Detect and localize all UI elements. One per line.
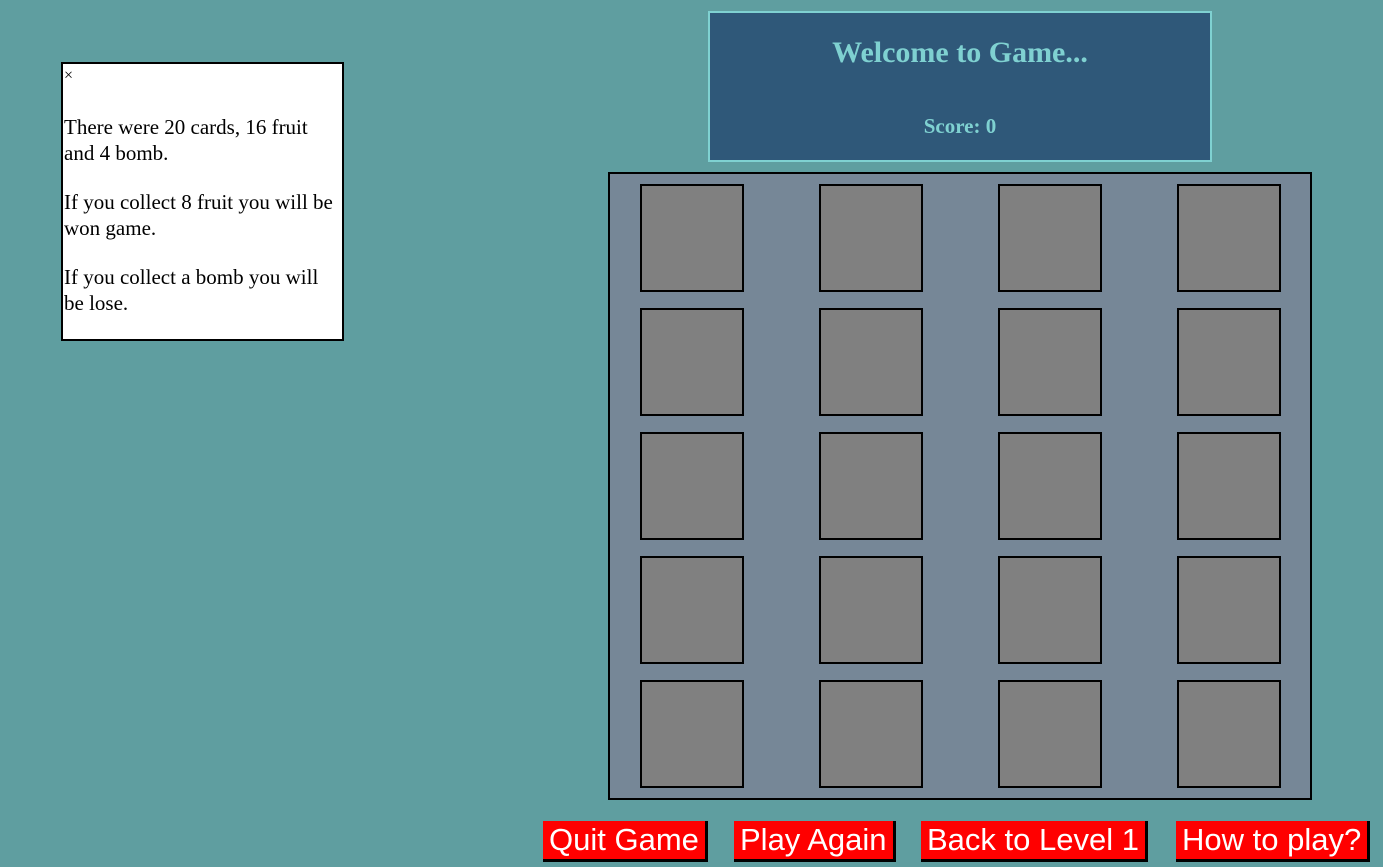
instruction-text-lose: If you collect a bomb you will be lose. xyxy=(64,265,319,315)
game-header: Welcome to Game... Score: 0 xyxy=(708,11,1212,162)
game-card[interactable] xyxy=(1177,680,1281,788)
game-card[interactable] xyxy=(819,184,923,292)
quit-game-button[interactable]: Quit Game xyxy=(543,821,708,862)
game-card[interactable] xyxy=(819,432,923,540)
instructions-panel: × There were 20 cards, 16 fruit and 4 bo… xyxy=(61,62,344,341)
game-card[interactable] xyxy=(1177,308,1281,416)
game-card[interactable] xyxy=(998,680,1102,788)
how-to-play-button[interactable]: How to play? xyxy=(1176,821,1371,862)
instruction-text-cards: There were 20 cards, 16 fruit and 4 bomb… xyxy=(64,115,308,165)
score-display: Score: 0 xyxy=(923,114,997,138)
back-to-level-1-button[interactable]: Back to Level 1 xyxy=(921,821,1148,862)
game-card[interactable] xyxy=(1177,432,1281,540)
game-card[interactable] xyxy=(1177,556,1281,664)
game-card[interactable] xyxy=(640,680,744,788)
game-card[interactable] xyxy=(640,184,744,292)
game-card[interactable] xyxy=(640,308,744,416)
game-title: Welcome to Game... xyxy=(832,36,1088,69)
game-card[interactable] xyxy=(998,432,1102,540)
game-card[interactable] xyxy=(998,556,1102,664)
play-again-button[interactable]: Play Again xyxy=(734,821,896,862)
game-card[interactable] xyxy=(998,308,1102,416)
game-card[interactable] xyxy=(819,680,923,788)
close-icon[interactable]: × xyxy=(64,66,73,86)
game-card[interactable] xyxy=(640,432,744,540)
game-card[interactable] xyxy=(640,556,744,664)
game-card[interactable] xyxy=(998,184,1102,292)
game-card[interactable] xyxy=(1177,184,1281,292)
card-board xyxy=(608,172,1312,800)
game-card[interactable] xyxy=(819,308,923,416)
instruction-text-win: If you collect 8 fruit you will be won g… xyxy=(64,190,333,240)
game-card[interactable] xyxy=(819,556,923,664)
